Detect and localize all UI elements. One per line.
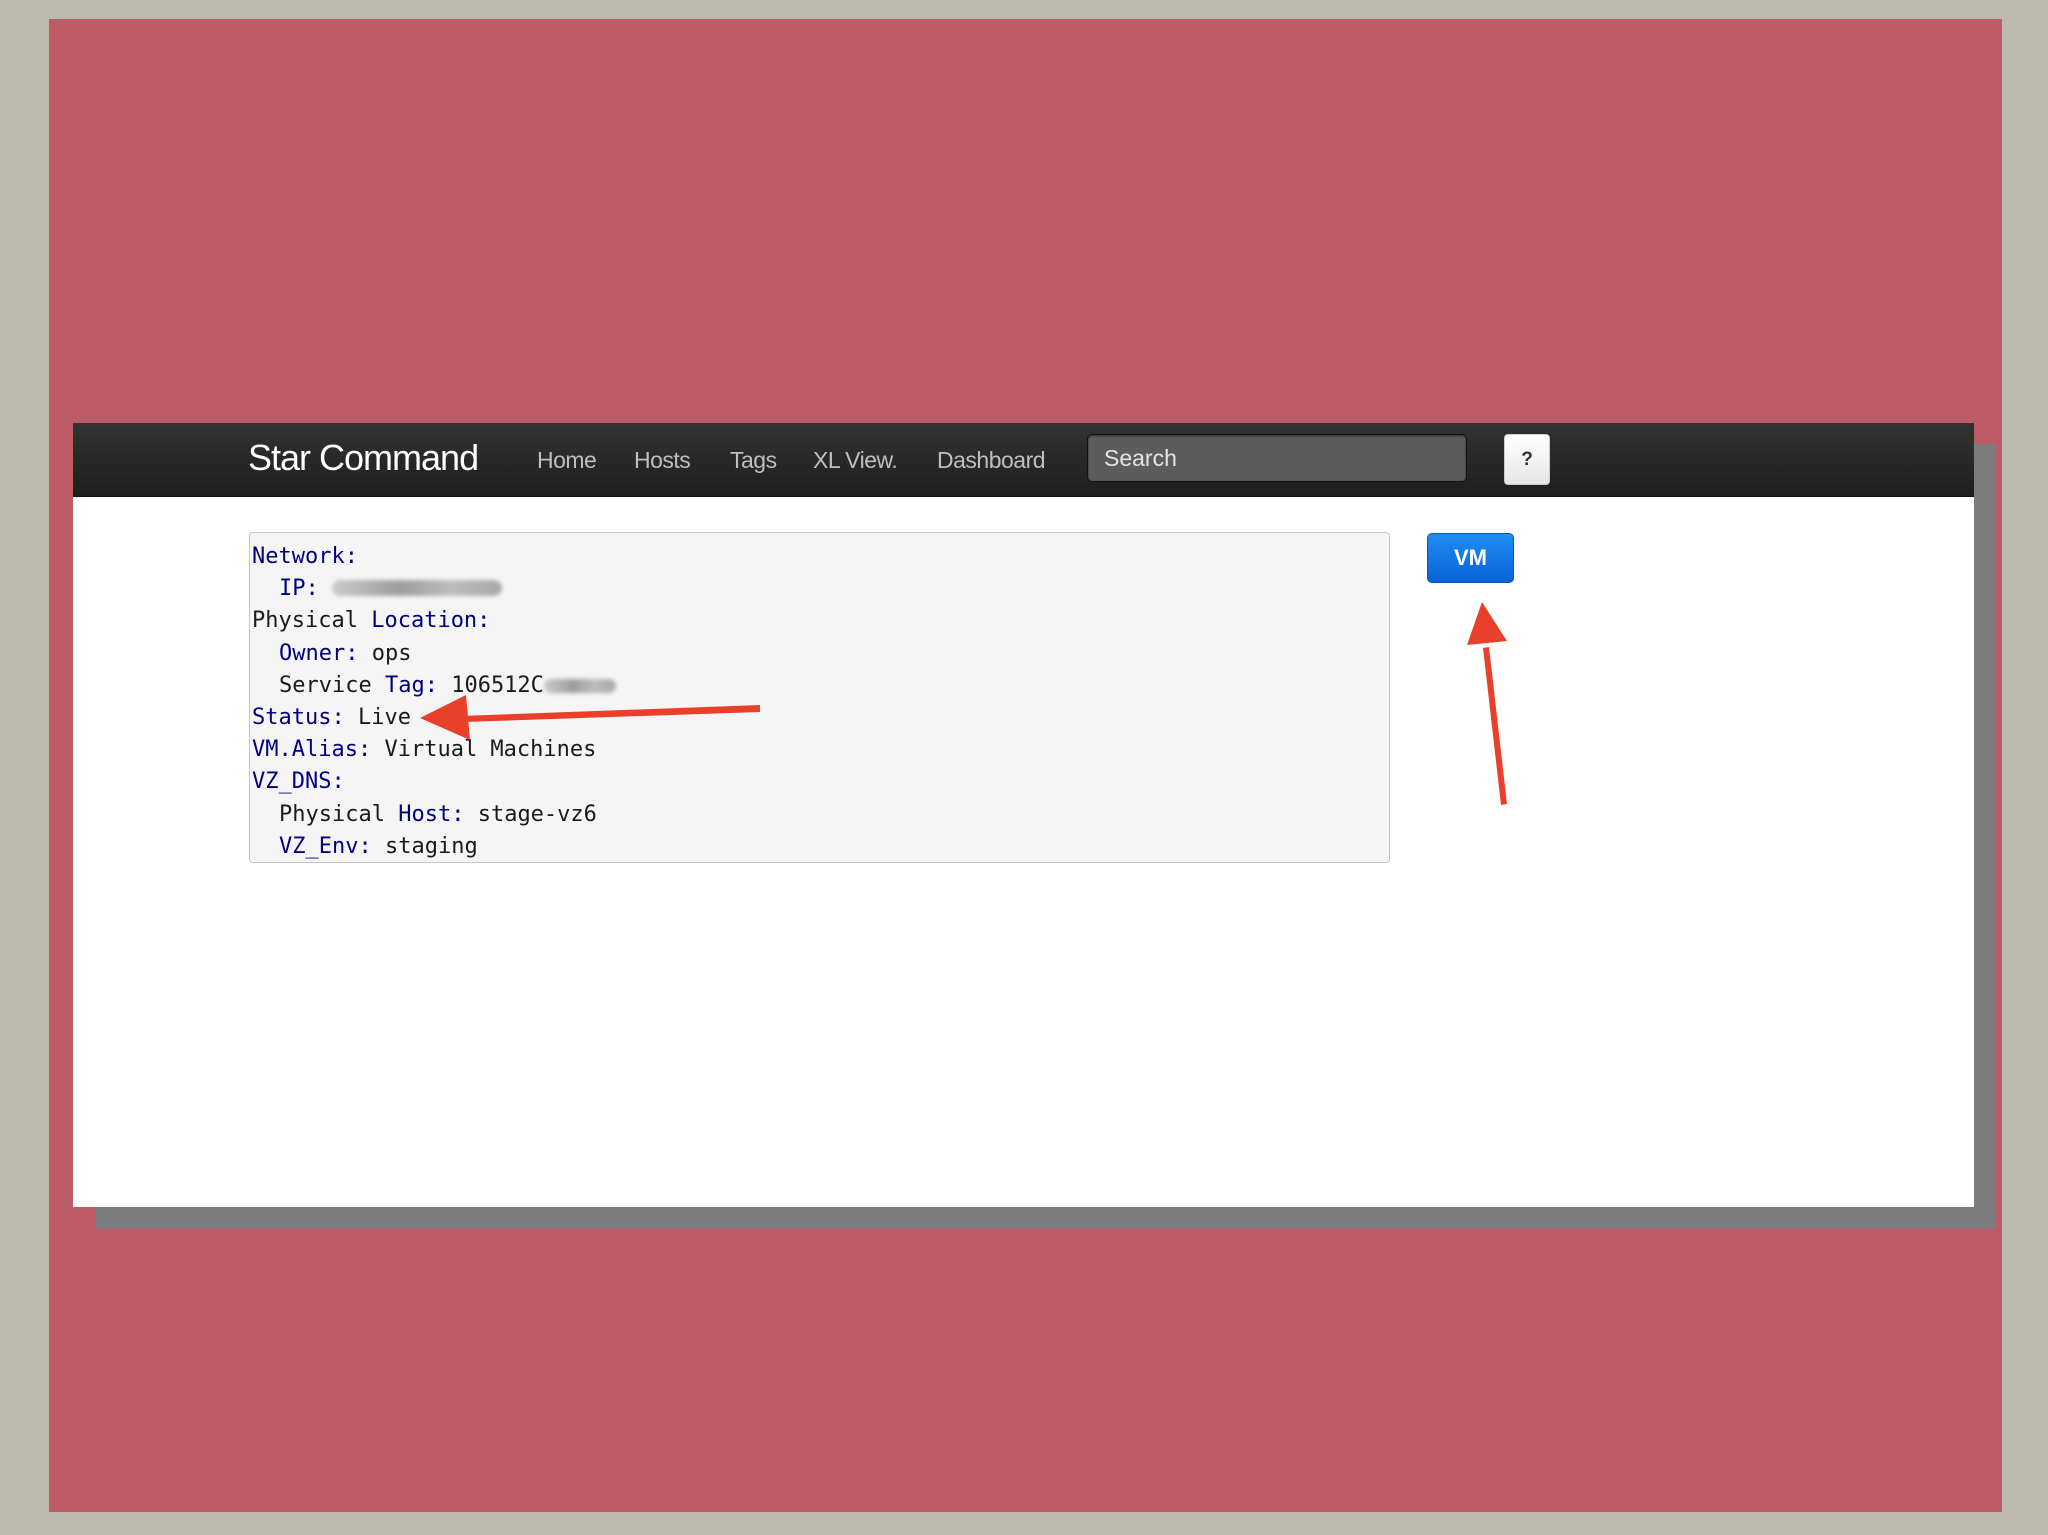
service-tag-key-a: Service: [279, 672, 372, 698]
nav-dashboard[interactable]: Dashboard: [937, 444, 1046, 476]
network-key: Network:: [252, 544, 358, 569]
nav-hosts[interactable]: Hosts: [634, 444, 691, 476]
redacted-service-tag: [543, 678, 616, 693]
help-button[interactable]: ?: [1504, 434, 1550, 485]
status-key: Status:: [252, 704, 345, 730]
vm-alias-key: VM.Alias:: [252, 737, 372, 763]
physical-host-line: Physical Host: stage-vz6: [252, 799, 1387, 831]
navbar: Star Command Home Hosts Tags XL View. Da…: [73, 423, 1974, 497]
vm-alias-value: Virtual Machines: [384, 737, 597, 763]
vz-env-line: VZ_Env: staging: [252, 831, 1387, 862]
vz-dns-line: VZ_DNS:: [252, 766, 1387, 798]
physical-location-key-a: Physical: [252, 608, 358, 634]
physical-host-value: stage-vz6: [477, 801, 597, 827]
status-line: Status: Live: [252, 702, 1387, 734]
ip-line: IP:: [252, 573, 1387, 605]
vm-button[interactable]: VM: [1427, 533, 1514, 583]
vm-alias-line: VM.Alias: Virtual Machines: [252, 734, 1387, 766]
browser-window: Star Command Home Hosts Tags XL View. Da…: [73, 423, 1974, 1207]
owner-key: Owner:: [279, 640, 359, 666]
service-tag-key-b: Tag:: [384, 672, 438, 698]
nav-xl-view[interactable]: XL View.: [813, 444, 898, 476]
redacted-ip: [332, 580, 502, 597]
owner-value: ops: [371, 640, 412, 666]
nav-tags[interactable]: Tags: [730, 444, 777, 476]
owner-line: Owner: ops: [252, 638, 1387, 670]
service-tag-value: 106512C: [451, 672, 544, 698]
physical-location-line: Physical Location:: [252, 605, 1387, 637]
nav-home[interactable]: Home: [537, 444, 597, 476]
physical-host-key-a: Physical: [279, 801, 385, 827]
physical-location-key-b: Location:: [371, 608, 491, 634]
vz-dns-key: VZ_DNS:: [252, 769, 345, 795]
vz-env-value: staging: [384, 833, 478, 859]
search-input[interactable]: [1087, 434, 1467, 482]
network-line: Network:: [252, 541, 1387, 573]
physical-host-key-b: Host:: [398, 801, 465, 827]
host-details-block: Network: IP: Physical Location: Owner: ops…: [249, 532, 1390, 863]
status-value: Live: [357, 704, 411, 730]
brand-link[interactable]: Star Command: [248, 436, 479, 480]
vz-env-key: VZ_Env:: [279, 833, 372, 859]
ip-key: IP:: [279, 576, 319, 602]
service-tag-line: Service Tag: 106512C: [252, 670, 1387, 702]
